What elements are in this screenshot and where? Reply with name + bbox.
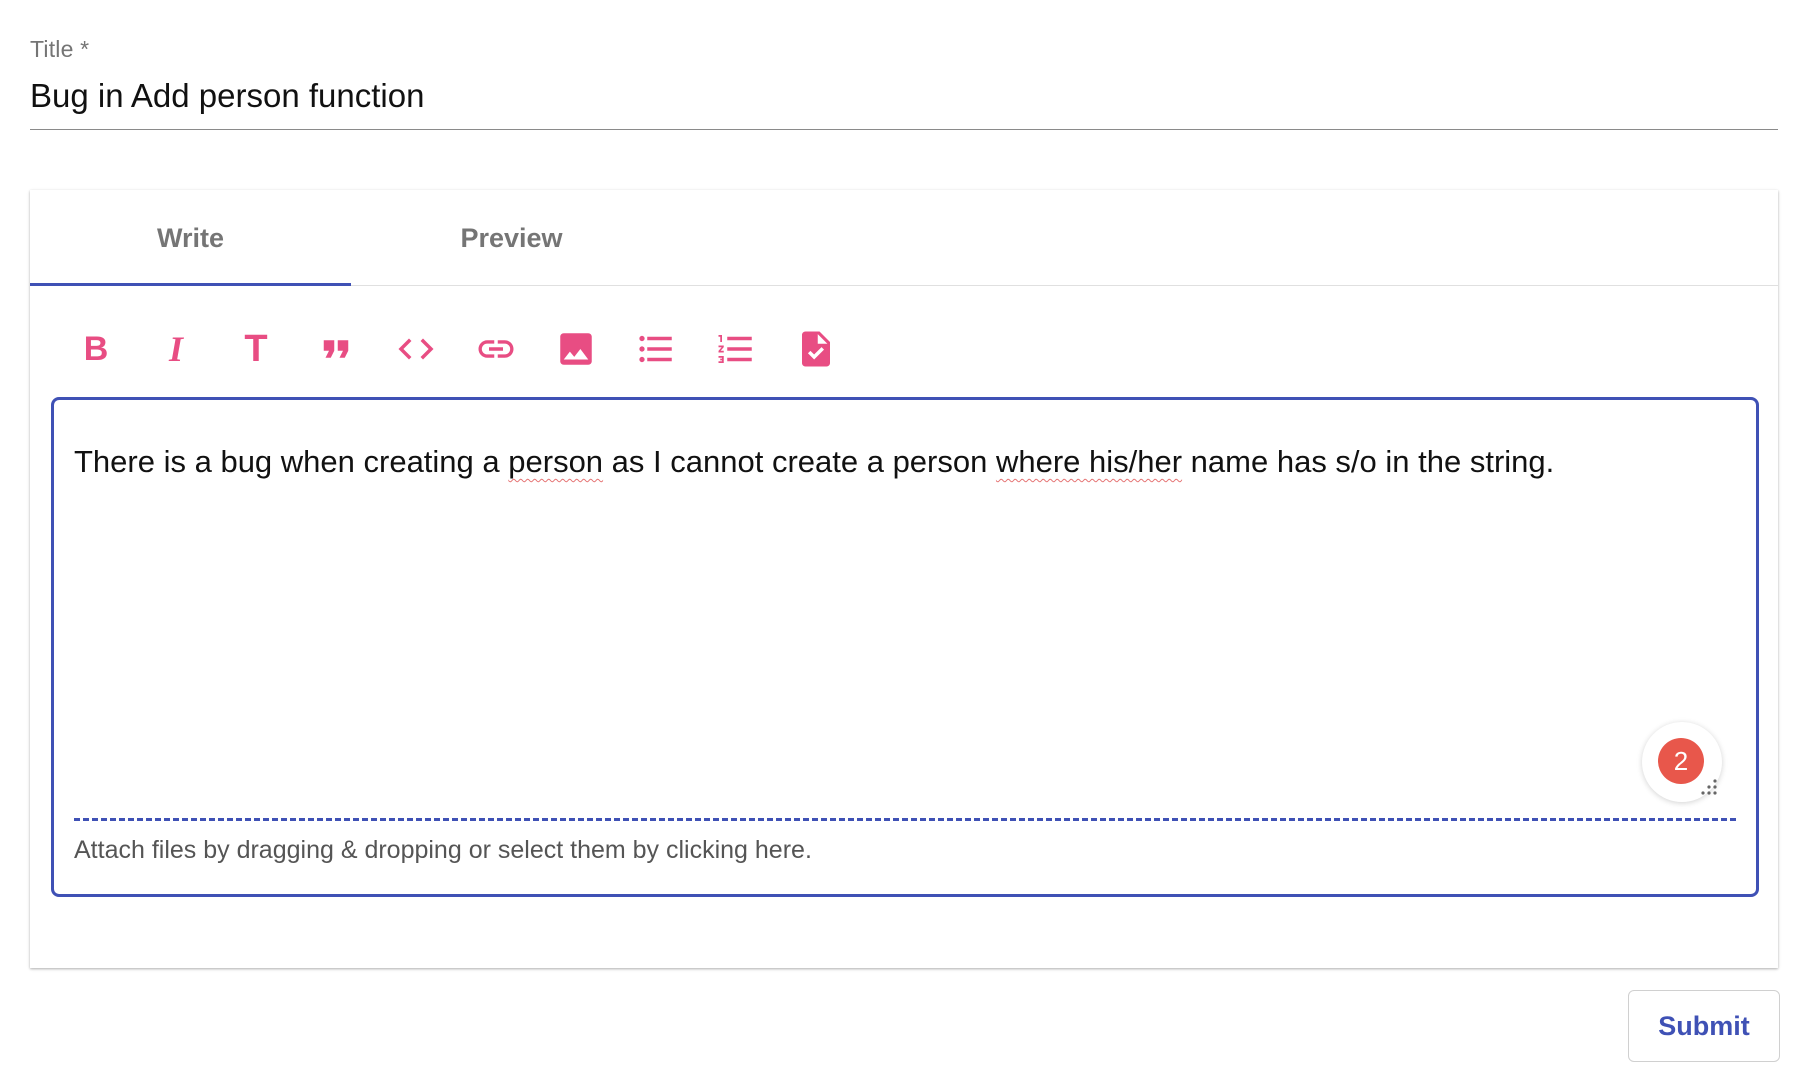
link-icon — [478, 340, 514, 358]
markdown-editor[interactable]: There is a bug when creating a person as… — [51, 397, 1759, 897]
task-list-icon — [802, 331, 830, 367]
text-segment: as I cannot create a person — [603, 444, 996, 479]
task-list-button[interactable] — [792, 325, 840, 373]
text-segment: There is a bug when creating a — [74, 444, 509, 479]
active-tab-indicator — [30, 283, 351, 286]
misspelled-phrase: where his/her — [995, 444, 1183, 479]
heading-button[interactable]: T — [232, 325, 280, 373]
quote-icon — [323, 340, 349, 358]
tab-write[interactable]: Write — [30, 190, 351, 286]
link-button[interactable] — [472, 325, 520, 373]
text-segment: name has s/o in the string. — [1182, 444, 1555, 479]
grammar-checker-widget[interactable]: 2 — [1642, 722, 1722, 802]
attach-divider — [74, 818, 1736, 821]
attach-files-hint[interactable]: Attach files by dragging & dropping or s… — [74, 836, 812, 865]
drag-handle-icon[interactable] — [1700, 778, 1718, 796]
italic-icon: I — [168, 329, 183, 369]
title-input[interactable] — [30, 67, 1778, 130]
bold-button[interactable]: B — [72, 325, 120, 373]
editor-card: Write Preview B I T There is a bug when … — [30, 190, 1778, 968]
heading-icon: T — [244, 327, 268, 370]
tab-preview[interactable]: Preview — [351, 190, 672, 286]
tab-bar: Write Preview — [30, 190, 1778, 286]
italic-button[interactable]: I — [152, 325, 200, 373]
formatting-toolbar: B I T — [72, 324, 872, 374]
image-button[interactable] — [552, 325, 600, 373]
code-button[interactable] — [392, 325, 440, 373]
misspelled-word: person — [508, 444, 604, 479]
bulleted-list-button[interactable] — [632, 325, 680, 373]
bold-icon: B — [83, 329, 109, 368]
code-icon — [398, 338, 434, 360]
notification-badge: 2 — [1658, 738, 1704, 784]
submit-button[interactable]: Submit — [1628, 990, 1780, 1062]
numbered-list-icon — [718, 335, 752, 363]
title-label: Title * — [30, 36, 90, 62]
title-field: Title * — [30, 36, 1778, 130]
editor-content[interactable]: There is a bug when creating a person as… — [74, 444, 1554, 480]
quote-button[interactable] — [312, 325, 360, 373]
bulleted-list-icon — [639, 335, 672, 363]
numbered-list-button[interactable] — [712, 325, 760, 373]
image-icon — [560, 333, 592, 365]
